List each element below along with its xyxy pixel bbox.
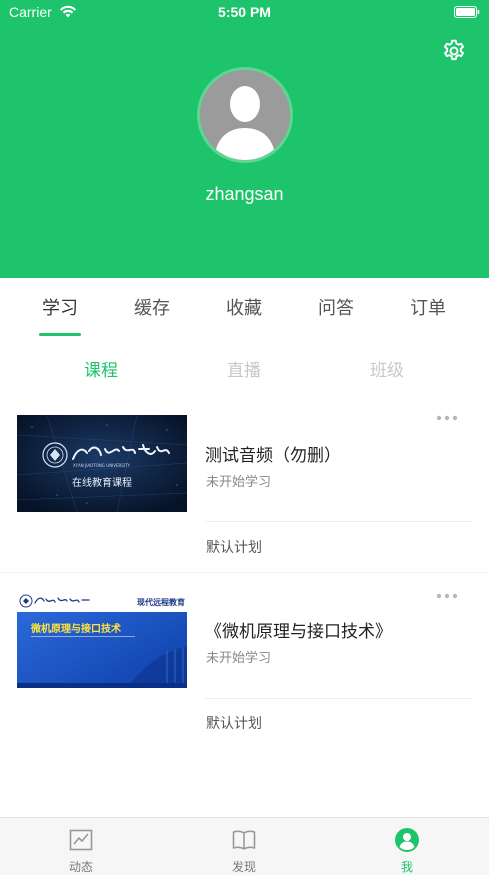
- tab-study[interactable]: 学习: [30, 294, 90, 320]
- course-thumbnail[interactable]: 现代远程教育 微机原理与接口技术: [17, 591, 187, 688]
- tabbar-label: 发现: [231, 860, 256, 874]
- course-status: 未开始学习: [206, 651, 272, 666]
- tabbar-label: 动态: [68, 860, 93, 874]
- thumb-caption: XI'AN JIAOTONG UNIVERSITY: [73, 463, 130, 468]
- course-cover-image: 现代远程教育 微机原理与接口技术: [17, 591, 187, 688]
- course-list-item[interactable]: XI'AN JIAOTONG UNIVERSITY 在线教育课程 测试音频（勿删…: [0, 397, 489, 573]
- default-avatar-icon: [200, 70, 290, 160]
- status-time: 5:50 PM: [218, 4, 271, 20]
- profile-header: Carrier 5:50 PM zhangsan: [0, 0, 489, 278]
- divider: [205, 521, 472, 522]
- course-plan: 默认计划: [206, 716, 262, 732]
- user-profile-icon: [395, 828, 419, 852]
- thumb-title: 在线教育课程: [72, 476, 132, 489]
- course-title: 《微机原理与接口技术》: [205, 622, 392, 642]
- tab-cache[interactable]: 缓存: [122, 294, 182, 320]
- course-thumbnail[interactable]: XI'AN JIAOTONG UNIVERSITY 在线教育课程: [17, 415, 187, 512]
- more-options-icon[interactable]: [436, 592, 458, 600]
- subtab-live[interactable]: 直播: [209, 356, 279, 381]
- course-title: 测试音频（勿删）: [205, 446, 341, 466]
- subtab-courses[interactable]: 课程: [66, 356, 136, 381]
- tabbar-item-discover[interactable]: 发现: [204, 818, 284, 875]
- course-plan: 默认计划: [206, 540, 262, 556]
- tabbar-item-feed[interactable]: 动态: [41, 818, 121, 875]
- course-list-item[interactable]: 现代远程教育 微机原理与接口技术 《微机原理与接口技术》 未开始学习 默认计划: [0, 573, 489, 748]
- activity-chart-icon: [69, 829, 93, 851]
- book-icon: [232, 830, 256, 850]
- course-cover-image: XI'AN JIAOTONG UNIVERSITY 在线教育课程: [17, 415, 187, 512]
- tab-favorites[interactable]: 收藏: [214, 294, 274, 320]
- user-avatar[interactable]: [197, 67, 293, 163]
- tabbar-item-me[interactable]: 我: [367, 818, 447, 875]
- more-options-icon[interactable]: [436, 414, 458, 422]
- tab-orders[interactable]: 订单: [398, 294, 458, 320]
- battery-icon: [454, 6, 480, 18]
- settings-gear-icon[interactable]: [441, 38, 467, 64]
- bottom-tab-bar: 动态 发现 我: [0, 817, 489, 875]
- thumb-tag: 现代远程教育: [137, 597, 185, 607]
- tabbar-label: 我: [400, 860, 413, 874]
- tab-qa[interactable]: 问答: [306, 294, 366, 320]
- subtab-classes[interactable]: 班级: [352, 356, 422, 381]
- course-status: 未开始学习: [206, 475, 272, 490]
- divider: [205, 698, 472, 699]
- sub-tab-bar: 课程 直播 班级: [0, 336, 489, 396]
- username: zhangsan: [205, 184, 284, 204]
- main-tab-bar: 学习 缓存 收藏 问答 订单: [0, 278, 489, 336]
- status-bar: Carrier 5:50 PM: [0, 0, 489, 26]
- thumb-title: 微机原理与接口技术: [30, 622, 121, 635]
